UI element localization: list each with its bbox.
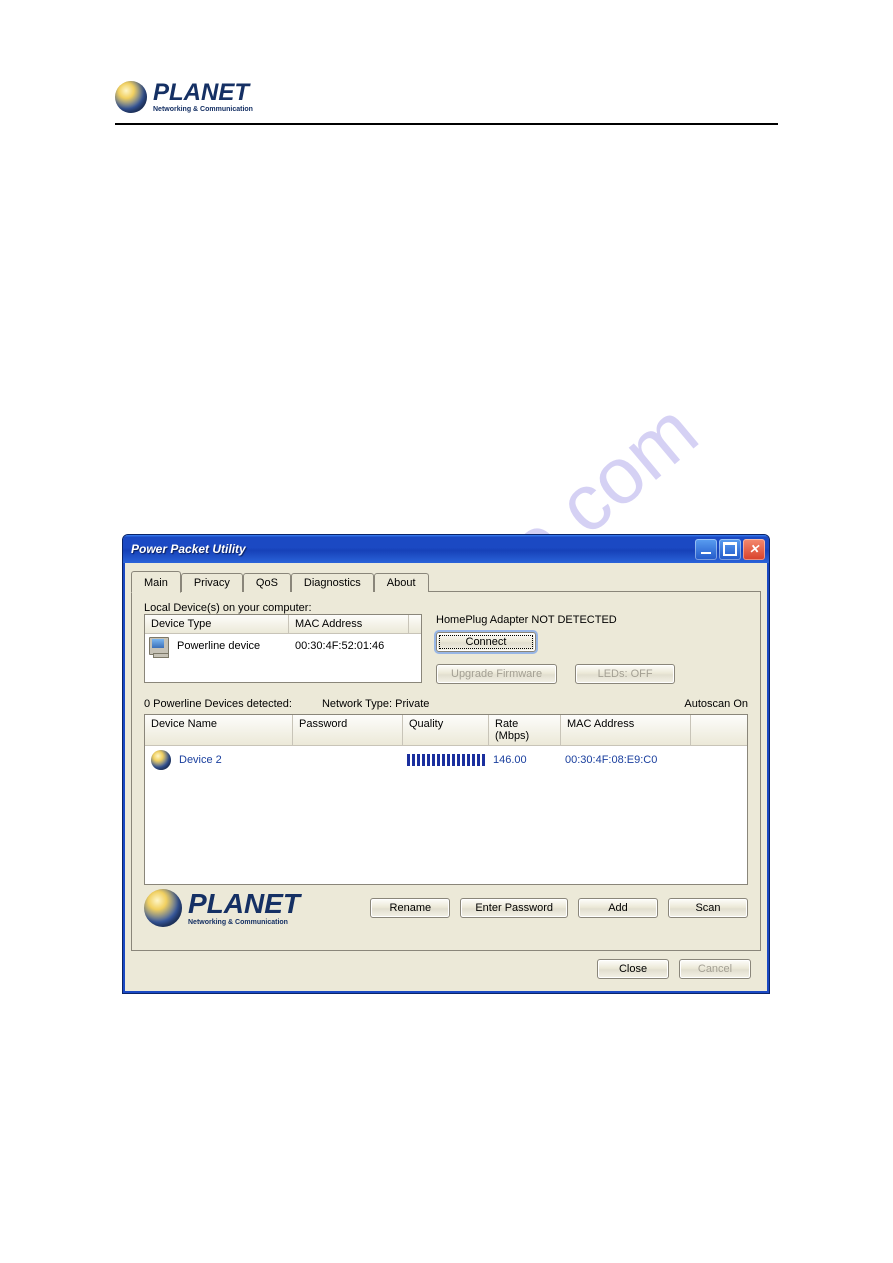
tab-qos[interactable]: QoS [243,573,291,592]
cell-mac: 00:30:4F:52:01:46 [291,640,388,652]
local-devices-table[interactable]: Device Type MAC Address Powerline device… [144,614,422,683]
local-devices-heading: Local Device(s) on your computer: [144,602,748,614]
rename-button[interactable]: Rename [370,898,450,918]
upgrade-firmware-button[interactable]: Upgrade Firmware [436,664,557,684]
leds-off-button[interactable]: LEDs: OFF [575,664,675,684]
titlebar[interactable]: Power Packet Utility [123,535,769,563]
tab-strip: Main Privacy QoS Diagnostics About [131,570,761,592]
tab-diagnostics[interactable]: Diagnostics [291,573,374,592]
col-mac-address[interactable]: MAC Address [289,615,409,633]
maximize-button[interactable] [719,539,741,560]
tab-main[interactable]: Main [131,571,181,593]
globe-icon [115,81,147,113]
brand-tagline: Networking & Communication [153,106,253,113]
tab-page-main: Local Device(s) on your computer: Device… [131,591,761,951]
dialog-bottom-bar: Close Cancel [131,951,761,985]
cell-mac-remote: 00:30:4F:08:E9:C0 [561,754,691,766]
devices-detected-label: 0 Powerline Devices detected: [144,698,292,710]
brand-word: PLANET [153,81,253,105]
tab-about[interactable]: About [374,573,429,592]
col-rate[interactable]: Rate (Mbps) [489,715,561,745]
footer-planet-logo: PLANET Networking & Communication [144,889,300,927]
document-header: PLANET Networking & Communication [115,70,778,125]
col-mac-address-remote[interactable]: MAC Address [561,715,691,745]
col-device-name[interactable]: Device Name [145,715,293,745]
globe-icon [151,750,171,770]
col-password[interactable]: Password [293,715,403,745]
close-window-button[interactable] [743,539,765,560]
minimize-button[interactable] [695,539,717,560]
col-device-type[interactable]: Device Type [145,615,289,633]
autoscan-label: Autoscan On [684,698,748,710]
remote-devices-table[interactable]: Device Name Password Quality Rate (Mbps)… [144,714,748,885]
cancel-button[interactable]: Cancel [679,959,751,979]
adapter-status-text: HomePlug Adapter NOT DETECTED [436,614,748,626]
globe-icon [144,889,182,927]
close-button[interactable]: Close [597,959,669,979]
window-title: Power Packet Utility [131,542,693,556]
table-row[interactable]: Device 2 146.00 00:30:4F:08:E9:C0 [145,746,747,774]
connect-button[interactable]: Connect [436,632,536,652]
tab-privacy[interactable]: Privacy [181,573,243,592]
footer-brand-tagline: Networking & Communication [188,919,300,926]
network-type-label: Network Type: Private [322,698,429,710]
enter-password-button[interactable]: Enter Password [460,898,568,918]
scan-button[interactable]: Scan [668,898,748,918]
app-window: Power Packet Utility Main Privacy QoS Di… [122,534,770,994]
cell-device-type: Powerline device [173,640,291,652]
add-button[interactable]: Add [578,898,658,918]
cell-quality [403,754,489,766]
planet-logo: PLANET Networking & Communication [115,81,253,113]
col-quality[interactable]: Quality [403,715,489,745]
footer-brand-word: PLANET [188,890,300,918]
cell-device-name: Device 2 [175,754,293,766]
col-blank[interactable] [691,715,747,745]
table-row[interactable]: Powerline device 00:30:4F:52:01:46 [145,634,421,658]
cell-rate: 146.00 [489,754,561,766]
computer-icon [149,637,169,655]
quality-bar-icon [407,754,485,766]
